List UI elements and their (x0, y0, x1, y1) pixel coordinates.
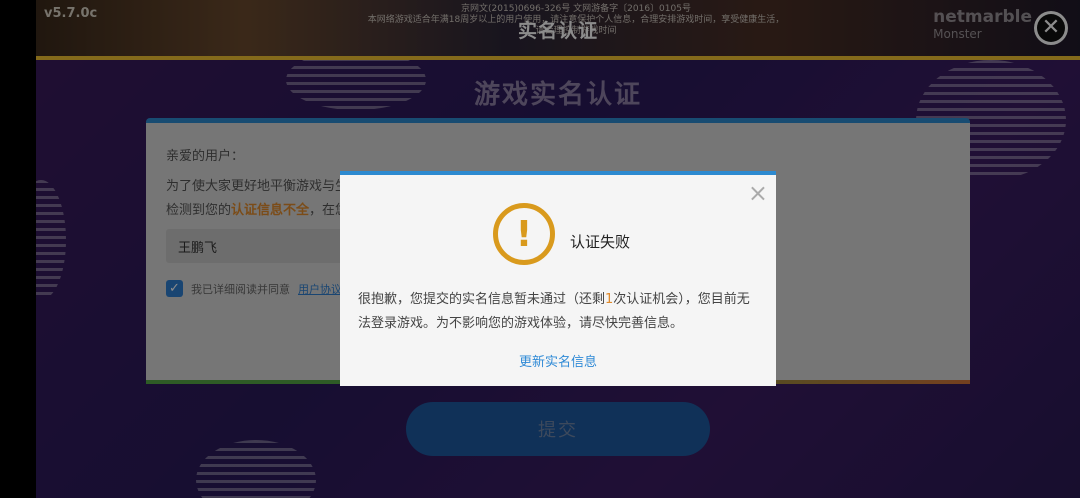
verification-failed-dialog: × ! 认证失败 很抱歉，您提交的实名信息暂未通过（还剩1次认证机会），您目前无… (340, 171, 776, 386)
dialog-close-icon[interactable]: × (748, 181, 768, 205)
message-part-1: 很抱歉，您提交的实名信息暂未通过（还剩 (358, 292, 606, 307)
warning-icon: ! (493, 203, 555, 265)
dialog-message: 很抱歉，您提交的实名信息暂未通过（还剩1次认证机会），您目前无法登录游戏。为不影… (358, 288, 760, 336)
dialog-title: 认证失败 (570, 233, 631, 251)
update-info-link[interactable]: 更新实名信息 (340, 351, 776, 370)
